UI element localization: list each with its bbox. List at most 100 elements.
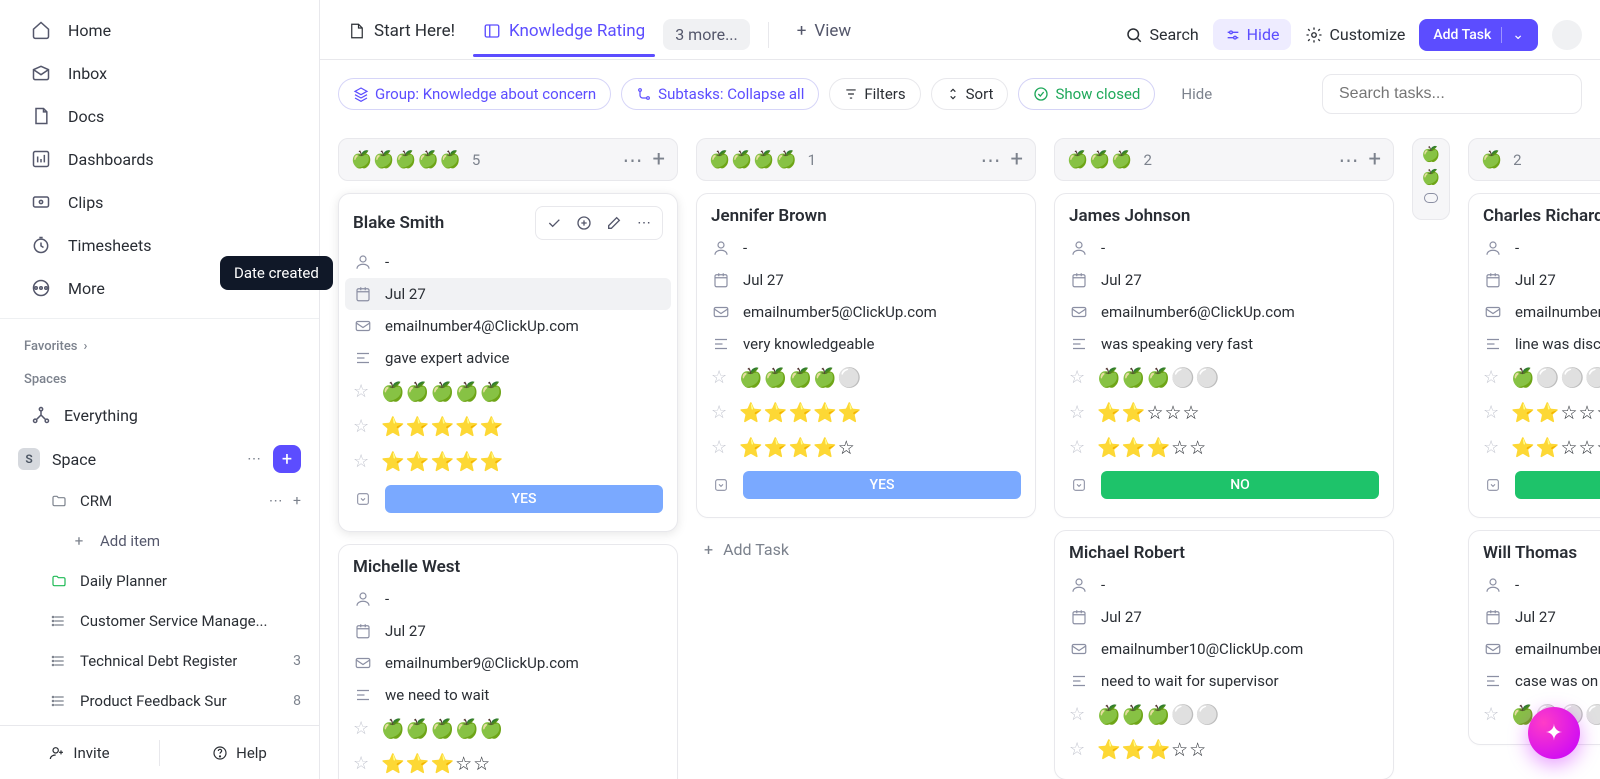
nav-docs[interactable]: Docs: [6, 95, 313, 137]
column-header[interactable]: 🍏 2 ⋯ +: [1468, 138, 1600, 181]
date-row[interactable]: Jul 27: [353, 615, 663, 647]
invite-button[interactable]: Invite: [0, 744, 159, 762]
task-card[interactable]: Jennifer Brown - Jul 27 emailnumber5@Cli…: [696, 193, 1036, 518]
plus-icon[interactable]: +: [1369, 147, 1381, 172]
star-icon: ☆: [711, 367, 727, 388]
filters-chip[interactable]: Filters: [829, 78, 920, 110]
nav-clips[interactable]: Clips: [6, 181, 313, 223]
more-icon[interactable]: ⋯: [1339, 150, 1359, 170]
hide-icon: [1225, 27, 1241, 43]
list-item[interactable]: Daily Planner: [0, 561, 319, 601]
email-row: emailnumber9@ClickUp.com: [353, 647, 663, 679]
search-tasks-input[interactable]: [1322, 74, 1582, 114]
subtasks-chip[interactable]: Subtasks: Collapse all: [621, 78, 819, 110]
assignee-row: -: [1069, 569, 1379, 601]
star-icon: ☆: [1069, 704, 1085, 725]
list-item[interactable]: Customer Service Manage...: [0, 601, 319, 641]
rating-row: ☆🍏🍏🍏🍏🍏: [353, 374, 663, 409]
date-row[interactable]: Jul 27: [1483, 601, 1600, 633]
more-icon[interactable]: ⋯: [247, 451, 261, 467]
rating-row: ☆⭐⭐⭐⭐☆: [711, 430, 1021, 465]
avatar[interactable]: [1552, 20, 1582, 50]
date-value: Jul 27: [1101, 608, 1379, 626]
user-icon: [353, 589, 373, 609]
fab-button[interactable]: ✦: [1528, 707, 1580, 759]
card-title: Jennifer Brown: [711, 206, 827, 226]
badge-row: YES: [711, 465, 1021, 505]
plus-icon[interactable]: +: [1011, 147, 1023, 172]
mail-icon: [711, 302, 731, 322]
task-card[interactable]: Blake Smith ⋯ - Jul 27 emailnumber4@Clic…: [338, 193, 678, 532]
tab-knowledge-rating[interactable]: Knowledge Rating: [473, 13, 655, 57]
add-item-row[interactable]: + Add item: [0, 521, 319, 561]
email-row: emailnumber10@ClickUp.com: [1069, 633, 1379, 665]
space-item[interactable]: S Space ⋯ +: [0, 437, 319, 481]
plus-icon[interactable]: +: [653, 147, 665, 172]
email-row: emailnumber7@ClickUp.com: [1483, 296, 1600, 328]
more-icon[interactable]: ⋯: [981, 150, 1001, 170]
nav-inbox[interactable]: Inbox: [6, 52, 313, 94]
chevron-down-icon[interactable]: ⌄: [1501, 27, 1524, 43]
crm-folder[interactable]: CRM ⋯ +: [0, 481, 319, 521]
sort-chip[interactable]: Sort: [931, 78, 1009, 110]
assignee-value: -: [1101, 239, 1379, 257]
more-icon[interactable]: ⋯: [632, 211, 656, 235]
more-icon[interactable]: ⋯ +: [269, 493, 319, 509]
text-icon: [711, 334, 731, 354]
nav-home[interactable]: Home: [6, 9, 313, 51]
help-button[interactable]: Help: [160, 744, 319, 762]
rating-row: ☆🍏🍏🍏⚪⚪: [1069, 360, 1379, 395]
task-card[interactable]: Michelle West - Jul 27 emailnumber9@Clic…: [338, 544, 678, 779]
rating-value: ⭐⭐☆☆☆: [1511, 401, 1600, 424]
date-row[interactable]: Jul 27: [1069, 601, 1379, 633]
hide-button[interactable]: Hide: [1213, 19, 1292, 50]
more-icon[interactable]: ⋯: [623, 150, 643, 170]
date-row[interactable]: Jul 27: [1069, 264, 1379, 296]
more-views-button[interactable]: 3 more...: [663, 19, 750, 50]
customize-button[interactable]: Customize: [1305, 25, 1405, 44]
list-item[interactable]: Technical Debt Register3: [0, 641, 319, 681]
note-row: was speaking very fast: [1069, 328, 1379, 360]
collapsed-column[interactable]: 🍏🍏: [1412, 138, 1450, 220]
task-card[interactable]: Will Thomas - Jul 27 emailnumber8@ClickU…: [1468, 530, 1600, 745]
group-chip[interactable]: Group: Knowledge about concern: [338, 78, 611, 110]
note-row: case was on hold: [1483, 665, 1600, 697]
nav-dashboards[interactable]: Dashboards: [6, 138, 313, 180]
timesheets-icon: [30, 234, 52, 256]
list-icon: [50, 572, 68, 590]
user-icon: [711, 238, 731, 258]
edit-icon[interactable]: [602, 211, 626, 235]
column-count: 1: [808, 151, 816, 169]
favorites-section[interactable]: Favorites ›: [0, 327, 319, 360]
complete-icon[interactable]: [542, 211, 566, 235]
list-item[interactable]: Product Feedback Sur8: [0, 681, 319, 721]
everything-item[interactable]: Everything: [6, 394, 313, 436]
date-row[interactable]: Jul 27: [711, 264, 1021, 296]
task-card[interactable]: Michael Robert - Jul 27 emailnumber10@Cl…: [1054, 530, 1394, 779]
task-card[interactable]: Charles Richards - Jul 27 emailnumber7@C…: [1468, 193, 1600, 518]
nav-label: Dashboards: [68, 150, 154, 169]
rating-value: ⭐⭐⭐⭐⭐: [381, 415, 504, 438]
list-icon: [50, 612, 68, 630]
column-header[interactable]: 🍏🍏🍏 2 ⋯ +: [1054, 138, 1394, 181]
rating-value: ⭐⭐⭐⭐⭐: [381, 450, 504, 473]
home-icon: [30, 19, 52, 41]
show-closed-chip[interactable]: Show closed: [1018, 78, 1155, 110]
add-task-button[interactable]: Add Task ⌄: [1419, 19, 1538, 51]
add-task-row[interactable]: +Add Task: [696, 530, 1036, 569]
hide-link[interactable]: Hide: [1171, 79, 1222, 109]
column-header[interactable]: 🍏🍏🍏🍏🍏 5 ⋯ +: [338, 138, 678, 181]
column-header[interactable]: 🍏🍏🍏🍏 1 ⋯ +: [696, 138, 1036, 181]
add-space-button[interactable]: +: [273, 445, 301, 473]
date-row[interactable]: Jul 27: [1483, 264, 1600, 296]
note-value: need to wait for supervisor: [1101, 672, 1379, 690]
date-row[interactable]: Jul 27: [345, 278, 671, 310]
task-card[interactable]: James Johnson - Jul 27 emailnumber6@Clic…: [1054, 193, 1394, 518]
tab-start-here[interactable]: Start Here!: [338, 13, 465, 57]
star-icon: ☆: [353, 753, 369, 774]
add-icon[interactable]: [572, 211, 596, 235]
expand-icon[interactable]: [1424, 193, 1438, 203]
search-button[interactable]: Search: [1125, 25, 1198, 44]
add-view-button[interactable]: + View: [787, 13, 861, 57]
rating-value: 🍏🍏🍏⚪⚪: [1097, 366, 1220, 389]
